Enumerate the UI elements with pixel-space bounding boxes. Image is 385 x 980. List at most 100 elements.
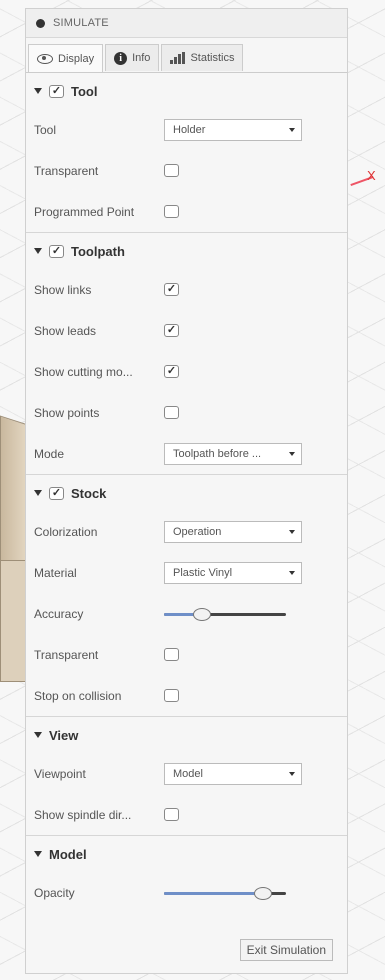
model-section-header[interactable]: Model <box>26 836 347 872</box>
tool-section: Tool Tool Holder Transparent Programmed … <box>26 73 347 233</box>
programmed-point-row: Programmed Point <box>26 191 347 232</box>
show-leads-label: Show leads <box>34 323 97 338</box>
opacity-slider[interactable] <box>164 885 286 901</box>
stop-on-collision-row: Stop on collision <box>26 675 347 716</box>
show-cutting-label: Show cutting mo... <box>34 364 133 379</box>
toolpath-section-header[interactable]: Toolpath <box>26 233 347 269</box>
show-links-checkbox[interactable] <box>164 283 179 296</box>
tool-dropdown[interactable]: Holder <box>164 118 302 141</box>
tab-bar: Display i Info Statistics <box>26 38 347 73</box>
tool-section-header[interactable]: Tool <box>26 73 347 109</box>
chevron-down-icon <box>289 771 295 776</box>
tab-info-label: Info <box>132 52 151 64</box>
panel-title: SIMULATE <box>53 17 109 29</box>
panel-titlebar[interactable]: SIMULATE <box>26 9 347 38</box>
tool-section-checkbox[interactable] <box>49 84 64 98</box>
show-spindle-row: Show spindle dir... <box>26 794 347 835</box>
chevron-down-icon <box>289 529 295 534</box>
panel-footer: Exit Simulation <box>26 931 347 973</box>
opacity-row: Opacity <box>26 872 347 913</box>
collapse-triangle-icon[interactable] <box>34 88 42 94</box>
stock-section-header[interactable]: Stock <box>26 475 347 511</box>
accuracy-slider[interactable] <box>164 606 286 622</box>
viewpoint-label: Viewpoint <box>34 766 86 781</box>
viewpoint-dropdown-value: Model <box>173 767 203 780</box>
x-axis-label: X <box>367 168 376 183</box>
chevron-down-icon <box>289 570 295 575</box>
toolpath-section: Toolpath Show links Show leads Show cutt… <box>26 233 347 475</box>
toolpath-section-checkbox[interactable] <box>49 244 64 258</box>
tab-display[interactable]: Display <box>28 44 104 72</box>
panel-collapse-icon[interactable] <box>36 18 45 28</box>
tab-display-label: Display <box>58 52 95 65</box>
viewpoint-row: Viewpoint Model <box>26 753 347 794</box>
viewpoint-dropdown[interactable]: Model <box>164 762 302 785</box>
colorization-row: Colorization Operation <box>26 511 347 552</box>
material-label: Material <box>34 565 77 580</box>
view-section-title: View <box>49 727 79 743</box>
show-spindle-checkbox[interactable] <box>164 808 179 821</box>
stock-section: Stock Colorization Operation Material Pl… <box>26 475 347 717</box>
mode-label: Mode <box>34 446 65 461</box>
exit-simulation-button[interactable]: Exit Simulation <box>239 939 333 961</box>
mode-dropdown[interactable]: Toolpath before ... <box>164 442 302 465</box>
programmed-point-checkbox[interactable] <box>164 205 179 218</box>
bar-chart-icon <box>170 52 186 64</box>
stop-on-collision-label: Stop on collision <box>34 688 122 703</box>
chevron-down-icon <box>289 127 295 132</box>
model-section: Model Opacity <box>26 836 347 913</box>
tool-row: Tool Holder <box>26 109 347 150</box>
show-cutting-checkbox[interactable] <box>164 365 179 378</box>
accuracy-label: Accuracy <box>34 606 84 621</box>
collapse-triangle-icon[interactable] <box>34 490 42 496</box>
show-points-checkbox[interactable] <box>164 406 179 419</box>
colorization-label: Colorization <box>34 524 98 539</box>
stock-transparent-checkbox[interactable] <box>164 648 179 661</box>
view-section-header[interactable]: View <box>26 717 347 753</box>
tool-label: Tool <box>34 122 57 137</box>
slider-thumb[interactable] <box>192 607 211 621</box>
stock-section-title: Stock <box>71 485 107 501</box>
tab-statistics[interactable]: Statistics <box>161 44 244 71</box>
view-section: View Viewpoint Model Show spindle dir... <box>26 717 347 836</box>
colorization-dropdown-value: Operation <box>173 525 222 538</box>
model-section-title: Model <box>49 846 87 862</box>
info-icon: i <box>114 51 128 65</box>
tool-transparent-row: Transparent <box>26 150 347 191</box>
programmed-point-label: Programmed Point <box>34 204 135 219</box>
tool-dropdown-value: Holder <box>173 123 206 136</box>
show-leads-row: Show leads <box>26 310 347 351</box>
show-spindle-label: Show spindle dir... <box>34 807 132 822</box>
toolpath-section-title: Toolpath <box>71 243 125 259</box>
mode-row: Mode Toolpath before ... <box>26 433 347 474</box>
simulate-panel: SIMULATE Display i Info Statistics Tool … <box>25 8 348 974</box>
tab-statistics-label: Statistics <box>190 52 235 64</box>
opacity-label: Opacity <box>34 885 75 900</box>
stock-section-checkbox[interactable] <box>49 486 64 500</box>
show-links-row: Show links <box>26 269 347 310</box>
show-points-label: Show points <box>34 405 100 420</box>
material-dropdown-value: Plastic Vinyl <box>173 566 233 579</box>
material-dropdown[interactable]: Plastic Vinyl <box>164 561 302 584</box>
show-points-row: Show points <box>26 392 347 433</box>
colorization-dropdown[interactable]: Operation <box>164 520 302 543</box>
slider-thumb[interactable] <box>253 886 272 900</box>
stock-transparent-label: Transparent <box>34 647 99 662</box>
collapse-triangle-icon[interactable] <box>34 732 42 738</box>
show-leads-checkbox[interactable] <box>164 324 179 337</box>
material-row: Material Plastic Vinyl <box>26 552 347 593</box>
stop-on-collision-checkbox[interactable] <box>164 689 179 702</box>
accuracy-row: Accuracy <box>26 593 347 634</box>
collapse-triangle-icon[interactable] <box>34 851 42 857</box>
tab-info[interactable]: i Info <box>105 44 160 71</box>
show-links-label: Show links <box>34 282 92 297</box>
chevron-down-icon <box>289 451 295 456</box>
eye-icon <box>37 53 53 64</box>
show-cutting-row: Show cutting mo... <box>26 351 347 392</box>
stock-transparent-row: Transparent <box>26 634 347 675</box>
tool-section-title: Tool <box>71 83 98 99</box>
tool-transparent-checkbox[interactable] <box>164 164 179 177</box>
collapse-triangle-icon[interactable] <box>34 248 42 254</box>
tool-transparent-label: Transparent <box>34 163 99 178</box>
mode-dropdown-value: Toolpath before ... <box>173 447 262 460</box>
